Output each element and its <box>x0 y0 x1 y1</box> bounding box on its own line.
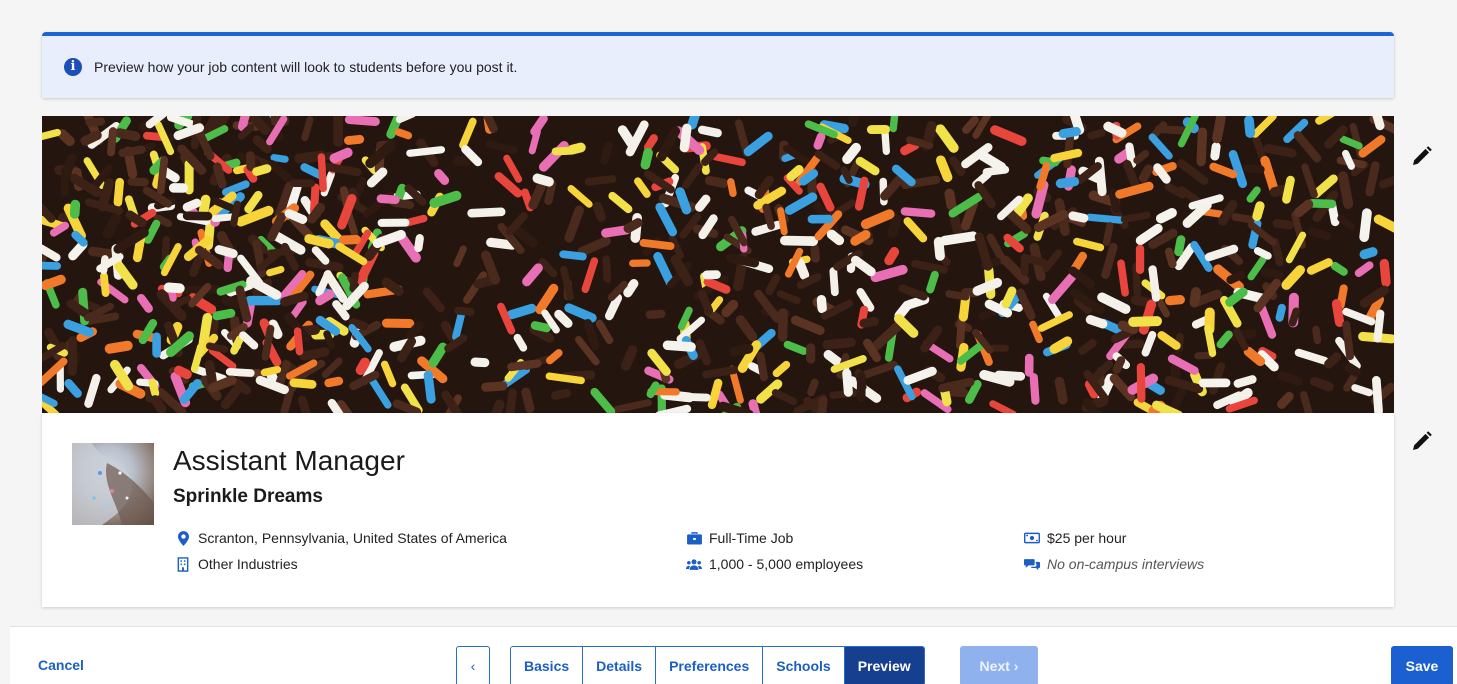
employees-meta: 1,000 - 5,000 employees <box>686 556 863 572</box>
cancel-button[interactable]: Cancel <box>38 657 84 673</box>
cover-image <box>42 116 1394 413</box>
step-preferences[interactable]: Preferences <box>656 647 764 684</box>
step-schools[interactable]: Schools <box>763 647 845 684</box>
banner-text: Preview how your job content will look t… <box>94 59 518 75</box>
users-icon <box>686 556 702 572</box>
step-details[interactable]: Details <box>583 647 657 684</box>
next-button[interactable]: Next › <box>960 646 1038 684</box>
step-basics[interactable]: Basics <box>511 647 584 684</box>
job-card: Assistant Manager Sprinkle Dreams Scrant… <box>42 413 1394 607</box>
info-banner: i Preview how your job content will look… <box>42 32 1394 98</box>
company-logo <box>72 443 154 525</box>
pay-meta: $25 per hour <box>1024 530 1126 546</box>
job-type-text: Full-Time Job <box>709 530 794 546</box>
job-title: Assistant Manager <box>173 445 405 476</box>
location-text: Scranton, Pennsylvania, United States of… <box>198 530 507 546</box>
sprinkles-cover-art <box>42 116 1394 413</box>
wizard-footer: Cancel ‹ Basics Details Preferences Scho… <box>10 626 1457 684</box>
pay-text: $25 per hour <box>1047 530 1127 546</box>
info-circle-icon: i <box>64 58 82 76</box>
industry-text: Other Industries <box>198 556 298 572</box>
building-icon <box>175 556 191 572</box>
money-bill-icon <box>1024 530 1040 546</box>
briefcase-icon <box>686 530 702 546</box>
edit-job-pencil-icon[interactable] <box>1410 429 1434 453</box>
chevron-left-icon: ‹ <box>470 658 476 674</box>
interviews-meta: No on-campus interviews <box>1024 556 1204 572</box>
job-type-meta: Full-Time Job <box>686 530 793 546</box>
step-preview[interactable]: Preview <box>844 647 924 684</box>
comments-icon <box>1024 556 1040 572</box>
edit-cover-pencil-icon[interactable] <box>1410 144 1434 168</box>
employees-text: 1,000 - 5,000 employees <box>709 556 864 572</box>
company-name: Sprinkle Dreams <box>173 486 323 507</box>
wizard-steps: Basics Details Preferences Schools Previ… <box>510 646 925 684</box>
previous-step-button[interactable]: ‹ <box>456 646 490 684</box>
interviews-text: No on-campus interviews <box>1047 556 1205 572</box>
location-meta: Scranton, Pennsylvania, United States of… <box>175 530 507 546</box>
map-pin-icon <box>175 530 191 546</box>
industry-meta: Other Industries <box>175 556 298 572</box>
save-button[interactable]: Save <box>1391 646 1453 684</box>
